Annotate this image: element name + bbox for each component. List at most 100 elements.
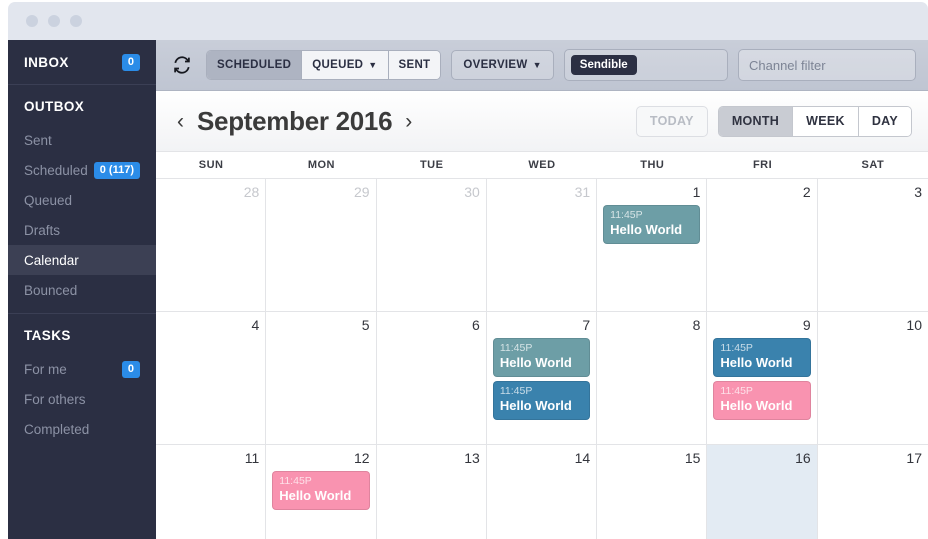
calendar-event[interactable]: 11:45P Hello World [603,205,701,244]
calendar-day-cell[interactable]: 14 [487,445,598,539]
refresh-icon[interactable] [168,51,196,79]
calendar-event-title: Hello World [279,488,352,503]
sidebar-item-queued[interactable]: Queued [8,185,156,215]
sidebar-item-badge: 0 [121,360,140,378]
channel-filter-input[interactable]: Channel filter [738,49,916,81]
calendar-day-cell[interactable]: 29 [266,179,377,311]
calendar-day-number: 10 [906,317,922,333]
calendar-event-title: Hello World [499,355,572,370]
calendar-day-number: 15 [684,450,701,466]
overview-dropdown[interactable]: OVERVIEW ▼ [451,50,554,80]
view-mode-day[interactable]: DAY [858,106,911,136]
sidebar-item-completed[interactable]: Completed [8,414,156,444]
calendar-event-time: 11:45P [610,209,643,221]
weekday-header-row: SUN MON TUE WED THU FRI SAT [156,151,928,179]
status-filter-sent[interactable]: SENT [388,51,441,79]
today-button[interactable]: TODAY [635,105,708,137]
calendar-day-cell[interactable]: 9 11:45P Hello World 11:45P Hello World [707,312,818,444]
weekday-header-tue: TUE [419,159,444,171]
calendar-day-cell[interactable]: 12 11:45P Hello World [266,445,377,539]
calendar-day-cell[interactable]: 31 [487,179,598,311]
calendar-day-cell[interactable]: 15 [597,445,708,539]
profile-chip[interactable]: Sendible [570,55,637,75]
calendar-event-time: 11:45P [279,475,312,487]
sidebar-item-label: Drafts [24,222,61,238]
calendar-day-cell[interactable]: 7 11:45P Hello World 11:45P Hello World [487,312,598,444]
maximize-dot-icon[interactable] [70,15,82,27]
next-month-button[interactable]: › [400,111,417,132]
calendar-header: ‹ September 2016 › TODAY MONTH WEEK DAY [156,91,928,151]
minimize-dot-icon[interactable] [48,15,60,27]
calendar-day-cell[interactable]: 8 [597,312,708,444]
calendar-event-time: 11:45P [720,385,753,397]
sidebar-item-label: Sent [24,132,52,148]
calendar-day-cell[interactable]: 5 [266,312,377,444]
calendar-day-number: 8 [692,317,701,333]
calendar-day-cell[interactable]: 28 [156,179,267,311]
calendar-day-cell[interactable]: 11 [156,445,267,539]
sidebar-groups: OUTBOX Sent Scheduled 0 (117) Queued Drafts Ca… [8,85,156,452]
weekday-header-sun: SUN [198,159,224,171]
calendar-event-title: Hello World [720,355,793,370]
calendar-day-number: 7 [582,317,591,333]
status-filter-scheduled[interactable]: SCHEDULED [207,51,303,79]
calendar-event[interactable]: 11:45P Hello World [713,381,811,420]
sidebar-item-label: For others [24,391,86,407]
sidebar-inbox-label: INBOX [24,54,69,70]
prev-month-button[interactable]: ‹ [172,111,189,132]
calendar-day-cell[interactable]: 17 [818,445,928,539]
overview-label: OVERVIEW [463,59,528,71]
calendar-day-cell[interactable]: 30 [377,179,487,311]
close-dot-icon[interactable] [26,15,38,27]
status-filter-label: SENT [398,59,431,71]
sidebar-item-badge: 0 (117) [93,161,140,179]
status-filter-queued[interactable]: QUEUED ▼ [302,51,389,79]
view-mode-week[interactable]: WEEK [793,106,859,136]
calendar-day-number: 31 [574,184,591,200]
calendar-day-cell[interactable]: 16 [707,445,818,539]
calendar-day-number: 11 [244,450,260,466]
calendar-event[interactable]: 11:45P Hello World [492,381,591,420]
calendar-day-cell[interactable]: 4 [156,312,267,444]
sidebar-group-title: OUTBOX [24,99,85,114]
toolbar: SCHEDULED QUEUED ▼ SENT OVERVIEW ▼ Sendible… [156,40,928,91]
sidebar-item-sent[interactable]: Sent [8,125,156,155]
sidebar-item-inbox[interactable]: INBOX 0 [8,40,156,85]
calendar-day-cell[interactable]: 6 [377,312,487,444]
sidebar-item-label: Queued [24,192,73,208]
profile-selector[interactable]: Sendible [563,49,728,81]
main-panel: SCHEDULED QUEUED ▼ SENT OVERVIEW ▼ Sendible… [156,40,928,539]
calendar-day-cell[interactable]: 13 [377,445,487,539]
calendar-event[interactable]: 11:45P Hello World [713,338,811,377]
calendar-day-number: 16 [795,450,811,466]
sidebar-item-label: Scheduled [24,162,88,178]
chevron-down-icon: ▼ [532,60,542,70]
sidebar: INBOX 0 OUTBOX Sent Scheduled 0 (117) Queued… [8,40,156,539]
sidebar-item-scheduled[interactable]: Scheduled 0 (117) [8,155,156,185]
status-filter-label: SCHEDULED [217,59,292,71]
window-title-bar [8,2,928,40]
calendar-day-cell[interactable]: 1 11:45P Hello World [597,179,708,311]
status-filter-group[interactable]: SCHEDULED QUEUED ▼ SENT [206,50,442,80]
view-mode-group[interactable]: MONTH WEEK DAY [717,105,912,137]
calendar-event-time: 11:45P [720,342,753,354]
sidebar-item-label: Calendar [24,252,79,268]
view-mode-month[interactable]: MONTH [718,106,794,136]
sidebar-item-for-others[interactable]: For others [8,384,156,414]
sidebar-item-for-me[interactable]: For me 0 [8,354,156,384]
sidebar-item-label: Bounced [24,282,78,298]
calendar-event[interactable]: 11:45P Hello World [272,471,370,510]
calendar-day-cell[interactable]: 2 [707,179,818,311]
sidebar-item-bounced[interactable]: Bounced [8,275,156,305]
window-controls[interactable] [26,15,82,27]
calendar-event[interactable]: 11:45P Hello World [492,338,591,377]
calendar-event-time: 11:45P [499,385,533,397]
sidebar-group: OUTBOX Sent Scheduled 0 (117) Queued Drafts Ca… [8,85,156,314]
sidebar-inbox-badge: 0 [121,53,140,71]
calendar-week-row: 4 5 6 7 11:45P Hello World 11:45P Hello World 8 9… [156,312,928,445]
calendar-day-number: 6 [472,317,480,333]
sidebar-item-drafts[interactable]: Drafts [8,215,156,245]
sidebar-item-calendar[interactable]: Calendar [8,245,156,275]
calendar-day-cell[interactable]: 10 [818,312,928,444]
calendar-day-cell[interactable]: 3 [818,179,928,311]
